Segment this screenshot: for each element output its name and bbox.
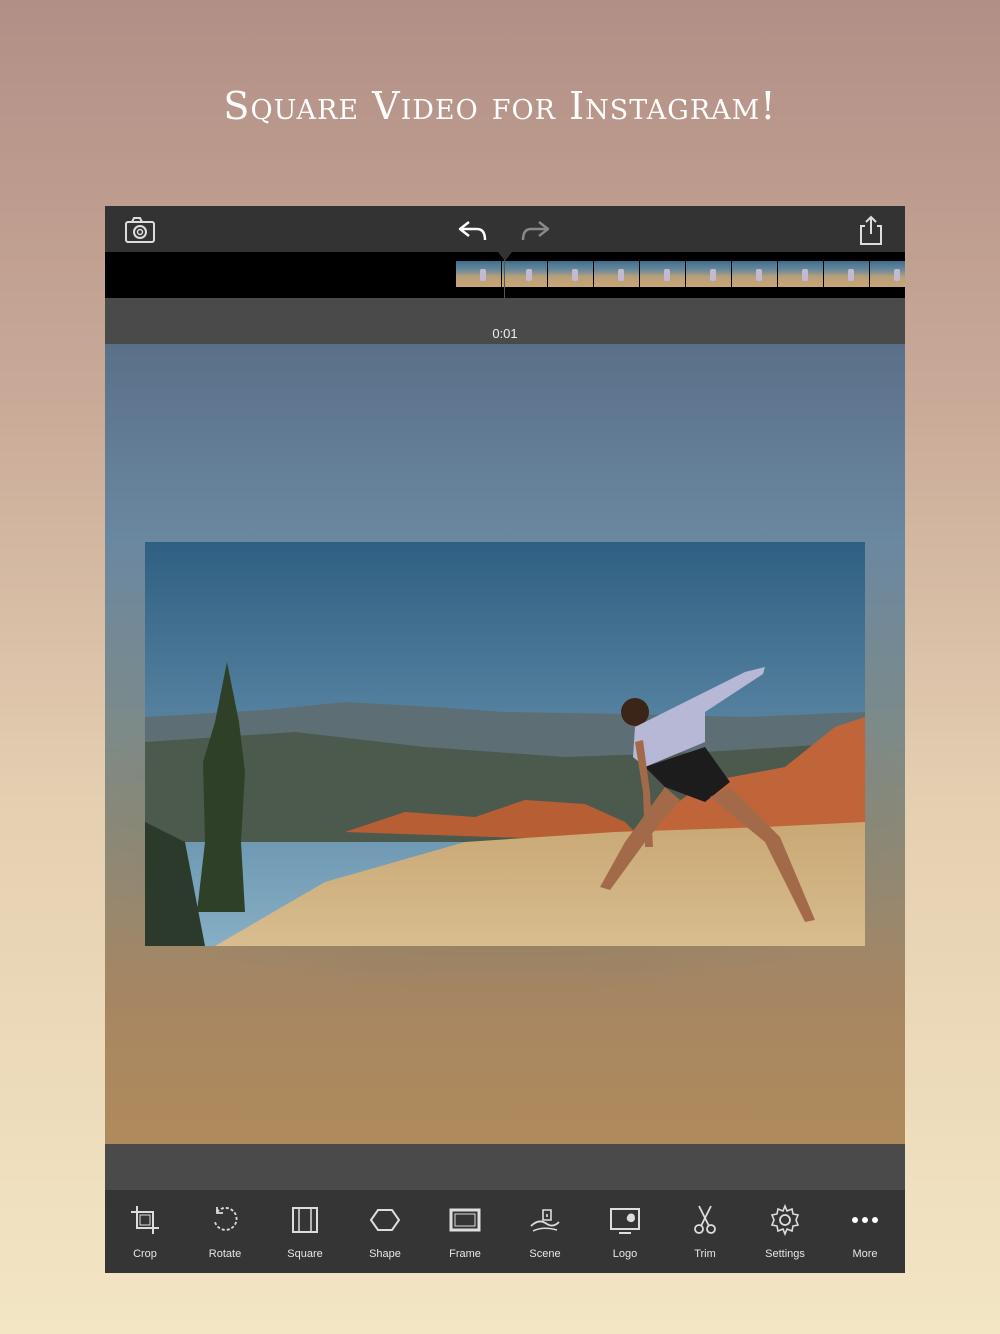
settings-button[interactable]: Settings: [745, 1190, 825, 1273]
scene-label: Scene: [529, 1248, 561, 1260]
more-button[interactable]: More: [825, 1190, 905, 1273]
timeline-frame: [456, 261, 501, 287]
timeline-frame: [824, 261, 869, 287]
trim-label: Trim: [694, 1248, 716, 1260]
camera-icon[interactable]: [124, 214, 156, 246]
frame-label: Frame: [449, 1248, 481, 1260]
more-label: More: [852, 1248, 878, 1260]
video-preview-image[interactable]: [145, 542, 865, 946]
settings-label: Settings: [765, 1248, 805, 1260]
timeline-frame: [732, 261, 777, 287]
bottom-spacer-bar: [105, 1144, 905, 1190]
headline: Square Video for Instagram!: [223, 84, 777, 128]
crop-button[interactable]: Crop: [105, 1190, 185, 1273]
scene-button[interactable]: Scene: [505, 1190, 585, 1273]
more-icon: [852, 1217, 878, 1223]
timeline-frame: [686, 261, 731, 287]
scene-icon: [530, 1209, 560, 1232]
time-label: 0:01: [492, 326, 518, 341]
bottom-toolbar: Crop Rotate Square Shape Frame Scene Log…: [105, 1190, 905, 1273]
logo-button[interactable]: Logo: [585, 1190, 665, 1273]
playhead-marker[interactable]: [498, 252, 512, 261]
share-icon[interactable]: [855, 214, 887, 246]
shape-icon: [369, 1209, 401, 1231]
crop-icon: [131, 1206, 159, 1234]
redo-icon[interactable]: [519, 214, 551, 246]
frame-button[interactable]: Frame: [425, 1190, 505, 1273]
logo-icon: [610, 1208, 640, 1234]
scissors-icon: [694, 1205, 716, 1234]
frame-icon: [449, 1208, 481, 1232]
timeline-frame: [502, 261, 547, 287]
timeline-frame: [594, 261, 639, 287]
app-window: 0:01 Crop Rotate Square Shape Frame Scen…: [105, 206, 905, 1273]
top-toolbar: [105, 206, 905, 252]
rotate-icon: [214, 1207, 238, 1231]
undo-icon[interactable]: [457, 214, 489, 246]
time-bar: 0:01: [105, 298, 905, 344]
shape-button[interactable]: Shape: [345, 1190, 425, 1273]
trim-button[interactable]: Trim: [665, 1190, 745, 1273]
square-icon: [292, 1207, 318, 1233]
timeline-frame: [640, 261, 685, 287]
logo-label: Logo: [612, 1248, 638, 1260]
square-button[interactable]: Square: [265, 1190, 345, 1273]
timeline-frames[interactable]: [456, 261, 905, 287]
timeline-frame: [870, 261, 905, 287]
shape-label: Shape: [369, 1248, 401, 1260]
rotate-label: Rotate: [208, 1248, 242, 1260]
square-label: Square: [287, 1248, 323, 1260]
gear-icon: [770, 1204, 800, 1236]
timeline-frame: [778, 261, 823, 287]
crop-label: Crop: [133, 1248, 157, 1260]
timeline-frame: [548, 261, 593, 287]
rotate-button[interactable]: Rotate: [185, 1190, 265, 1273]
video-canvas[interactable]: [105, 344, 905, 1144]
